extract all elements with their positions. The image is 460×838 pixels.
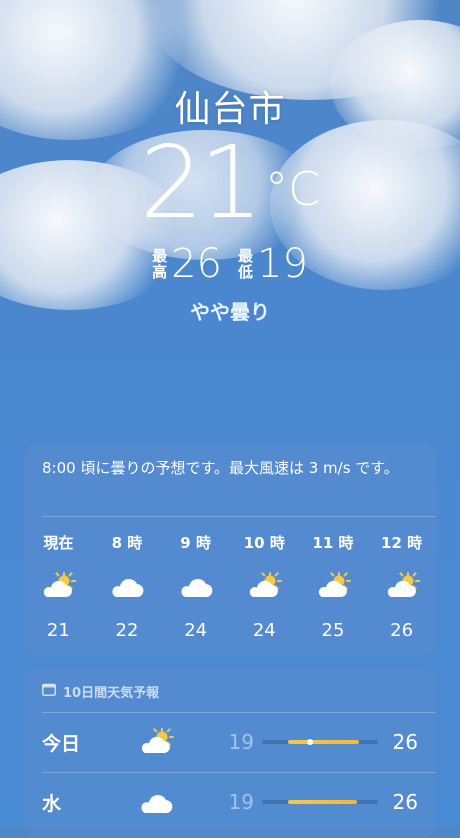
hour-temp: 25 — [321, 620, 345, 641]
hourly-forecast-card[interactable]: 8:00 頃に曇りの予想です。最大風速は 3 m/s です。 現在 21 8 時… — [24, 444, 436, 656]
hour-time: 10 時 — [243, 534, 285, 552]
day-high: 26 — [392, 730, 418, 754]
cloud-icon — [107, 570, 147, 602]
hour-time: 現在 — [43, 534, 74, 552]
hourly-list[interactable]: 現在 21 8 時 22 9 時 24 10 時 24 11 時 25 12 時… — [24, 532, 436, 641]
high-temp: 最 高 26 — [152, 242, 222, 286]
day-row-today[interactable]: 今日 19 26 — [24, 714, 436, 770]
hour-temp: 24 — [252, 620, 276, 641]
ten-day-title: 10日間天気予報 — [63, 686, 160, 701]
current-temperature: 21 °C — [0, 128, 460, 238]
day-name: 今日 — [42, 732, 81, 755]
hour-item: 12 時 26 — [370, 532, 434, 641]
low-value: 19 — [257, 241, 308, 287]
temp-range-bar — [262, 800, 378, 804]
divider — [42, 516, 436, 517]
temp-range-bar — [262, 739, 378, 745]
day-name: 水 — [42, 792, 62, 815]
hour-temp: 22 — [115, 620, 139, 641]
temp-range-fill — [287, 740, 360, 744]
cloud-icon — [136, 786, 176, 822]
partly-sunny-icon — [244, 570, 284, 602]
partly-sunny-icon — [136, 726, 176, 762]
condition-text: やや曇り — [190, 300, 270, 324]
temp-range-fill — [287, 800, 358, 804]
day-row-wed[interactable]: 水 19 26 — [24, 774, 436, 830]
partly-sunny-icon — [382, 570, 422, 602]
day-low: 19 — [228, 730, 254, 754]
high-label: 最 高 — [152, 247, 168, 281]
day-low: 19 — [228, 790, 254, 814]
hour-time: 8 時 — [111, 534, 143, 552]
hour-temp: 24 — [184, 620, 208, 641]
hour-temp: 21 — [46, 620, 70, 641]
low-temp: 最 低 19 — [238, 242, 308, 286]
temperature-unit: °C — [265, 162, 321, 216]
cloud-icon — [176, 570, 216, 602]
hourly-summary: 8:00 頃に曇りの予想です。最大風速は 3 m/s です。 — [42, 459, 399, 477]
temperature-value: 21 — [139, 124, 263, 241]
calendar-icon — [42, 683, 56, 700]
current-temp-dot — [306, 739, 313, 745]
hour-item: 8 時 22 — [95, 532, 159, 641]
high-low: 最 高 26 最 低 19 — [0, 242, 460, 286]
hour-item: 現在 21 — [26, 532, 90, 641]
hour-time: 11 時 — [312, 534, 354, 552]
low-label: 最 低 — [238, 247, 254, 281]
partly-sunny-icon — [38, 570, 78, 602]
hour-item: 9 時 24 — [164, 532, 228, 641]
ten-day-forecast-card[interactable]: 10日間天気予報 今日 19 26 水 19 26 — [24, 668, 436, 838]
partly-sunny-icon — [313, 570, 353, 602]
divider — [42, 772, 436, 773]
day-high: 26 — [392, 790, 418, 814]
ten-day-header: 10日間天気予報 — [42, 682, 159, 701]
divider — [42, 712, 436, 713]
hour-time: 9 時 — [180, 534, 211, 552]
hour-time: 12 時 — [381, 534, 423, 552]
hour-item: 10 時 24 — [232, 532, 296, 641]
hour-temp: 26 — [390, 620, 414, 641]
high-value: 26 — [171, 241, 222, 287]
hour-item: 11 時 25 — [301, 532, 365, 641]
